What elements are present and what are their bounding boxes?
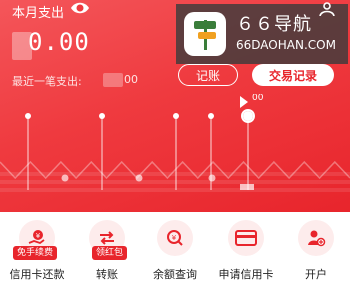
chart-selected-point[interactable] <box>243 111 253 121</box>
last-expense-mask <box>103 73 123 87</box>
chart-band <box>0 172 350 176</box>
service-label: 申请信用卡 <box>218 268 274 281</box>
chart-guide-dot <box>99 113 105 119</box>
service-item[interactable]: ¥ 余额查询 <box>142 220 208 292</box>
transaction-records-button[interactable]: 交易记录 <box>252 64 334 86</box>
chart-point <box>208 174 216 182</box>
chart-guide-dot <box>173 113 179 119</box>
svg-text:¥: ¥ <box>36 232 41 240</box>
service-label: 余额查询 <box>153 268 197 281</box>
service-item[interactable]: 开户 <box>283 220 349 292</box>
chart-band <box>0 188 350 192</box>
service-label: 信用卡还款 <box>9 268 65 281</box>
service-item[interactable]: 申请信用卡 <box>213 220 279 292</box>
chart-selected-label: 00 <box>252 94 264 103</box>
balance-query-icon: ¥ <box>157 220 193 256</box>
chart-selected-flag <box>240 96 248 108</box>
chart-guide-dot <box>25 113 31 119</box>
user-icon[interactable] <box>318 2 336 16</box>
chart-guide-dot <box>208 113 214 119</box>
service-label: 开户 <box>305 268 327 281</box>
bookkeeping-button[interactable]: 记账 <box>178 64 238 86</box>
chart-point <box>135 174 143 182</box>
services-grid: ¥ 免手续费 信用卡还款 领红包 转账 ¥ 余额查询 申请信用卡 开户 <box>0 212 350 292</box>
expense-header: 本月支出 0.00 最近一笔支出: 00 记账 交易记录 00 ６６导航 66D… <box>0 0 350 212</box>
chart-point <box>61 174 69 182</box>
watermark-url: 66DAOHAN.COM <box>236 38 336 52</box>
service-badge: 领红包 <box>92 246 128 260</box>
chart-selected-bar <box>240 184 254 190</box>
page-title: 本月支出 <box>12 6 65 21</box>
credit-card-icon <box>228 220 264 256</box>
service-badge: 免手续费 <box>13 246 58 260</box>
service-item[interactable]: ¥ 免手续费信用卡还款 <box>4 220 70 292</box>
eye-icon[interactable] <box>70 0 90 16</box>
chart-band <box>0 180 350 184</box>
open-account-icon <box>298 220 334 256</box>
service-label: 转账 <box>96 268 118 281</box>
signpost-logo-icon <box>184 12 226 56</box>
last-expense-label: 最近一笔支出: <box>12 75 82 88</box>
watermark-title: ６６导航 <box>236 14 312 35</box>
svg-text:¥: ¥ <box>172 234 177 242</box>
expense-chart: 00 <box>0 94 350 192</box>
service-item[interactable]: 领红包 转账 <box>74 220 140 292</box>
last-expense-value: 00 <box>124 73 138 86</box>
expense-amount: 0.00 <box>28 28 90 56</box>
